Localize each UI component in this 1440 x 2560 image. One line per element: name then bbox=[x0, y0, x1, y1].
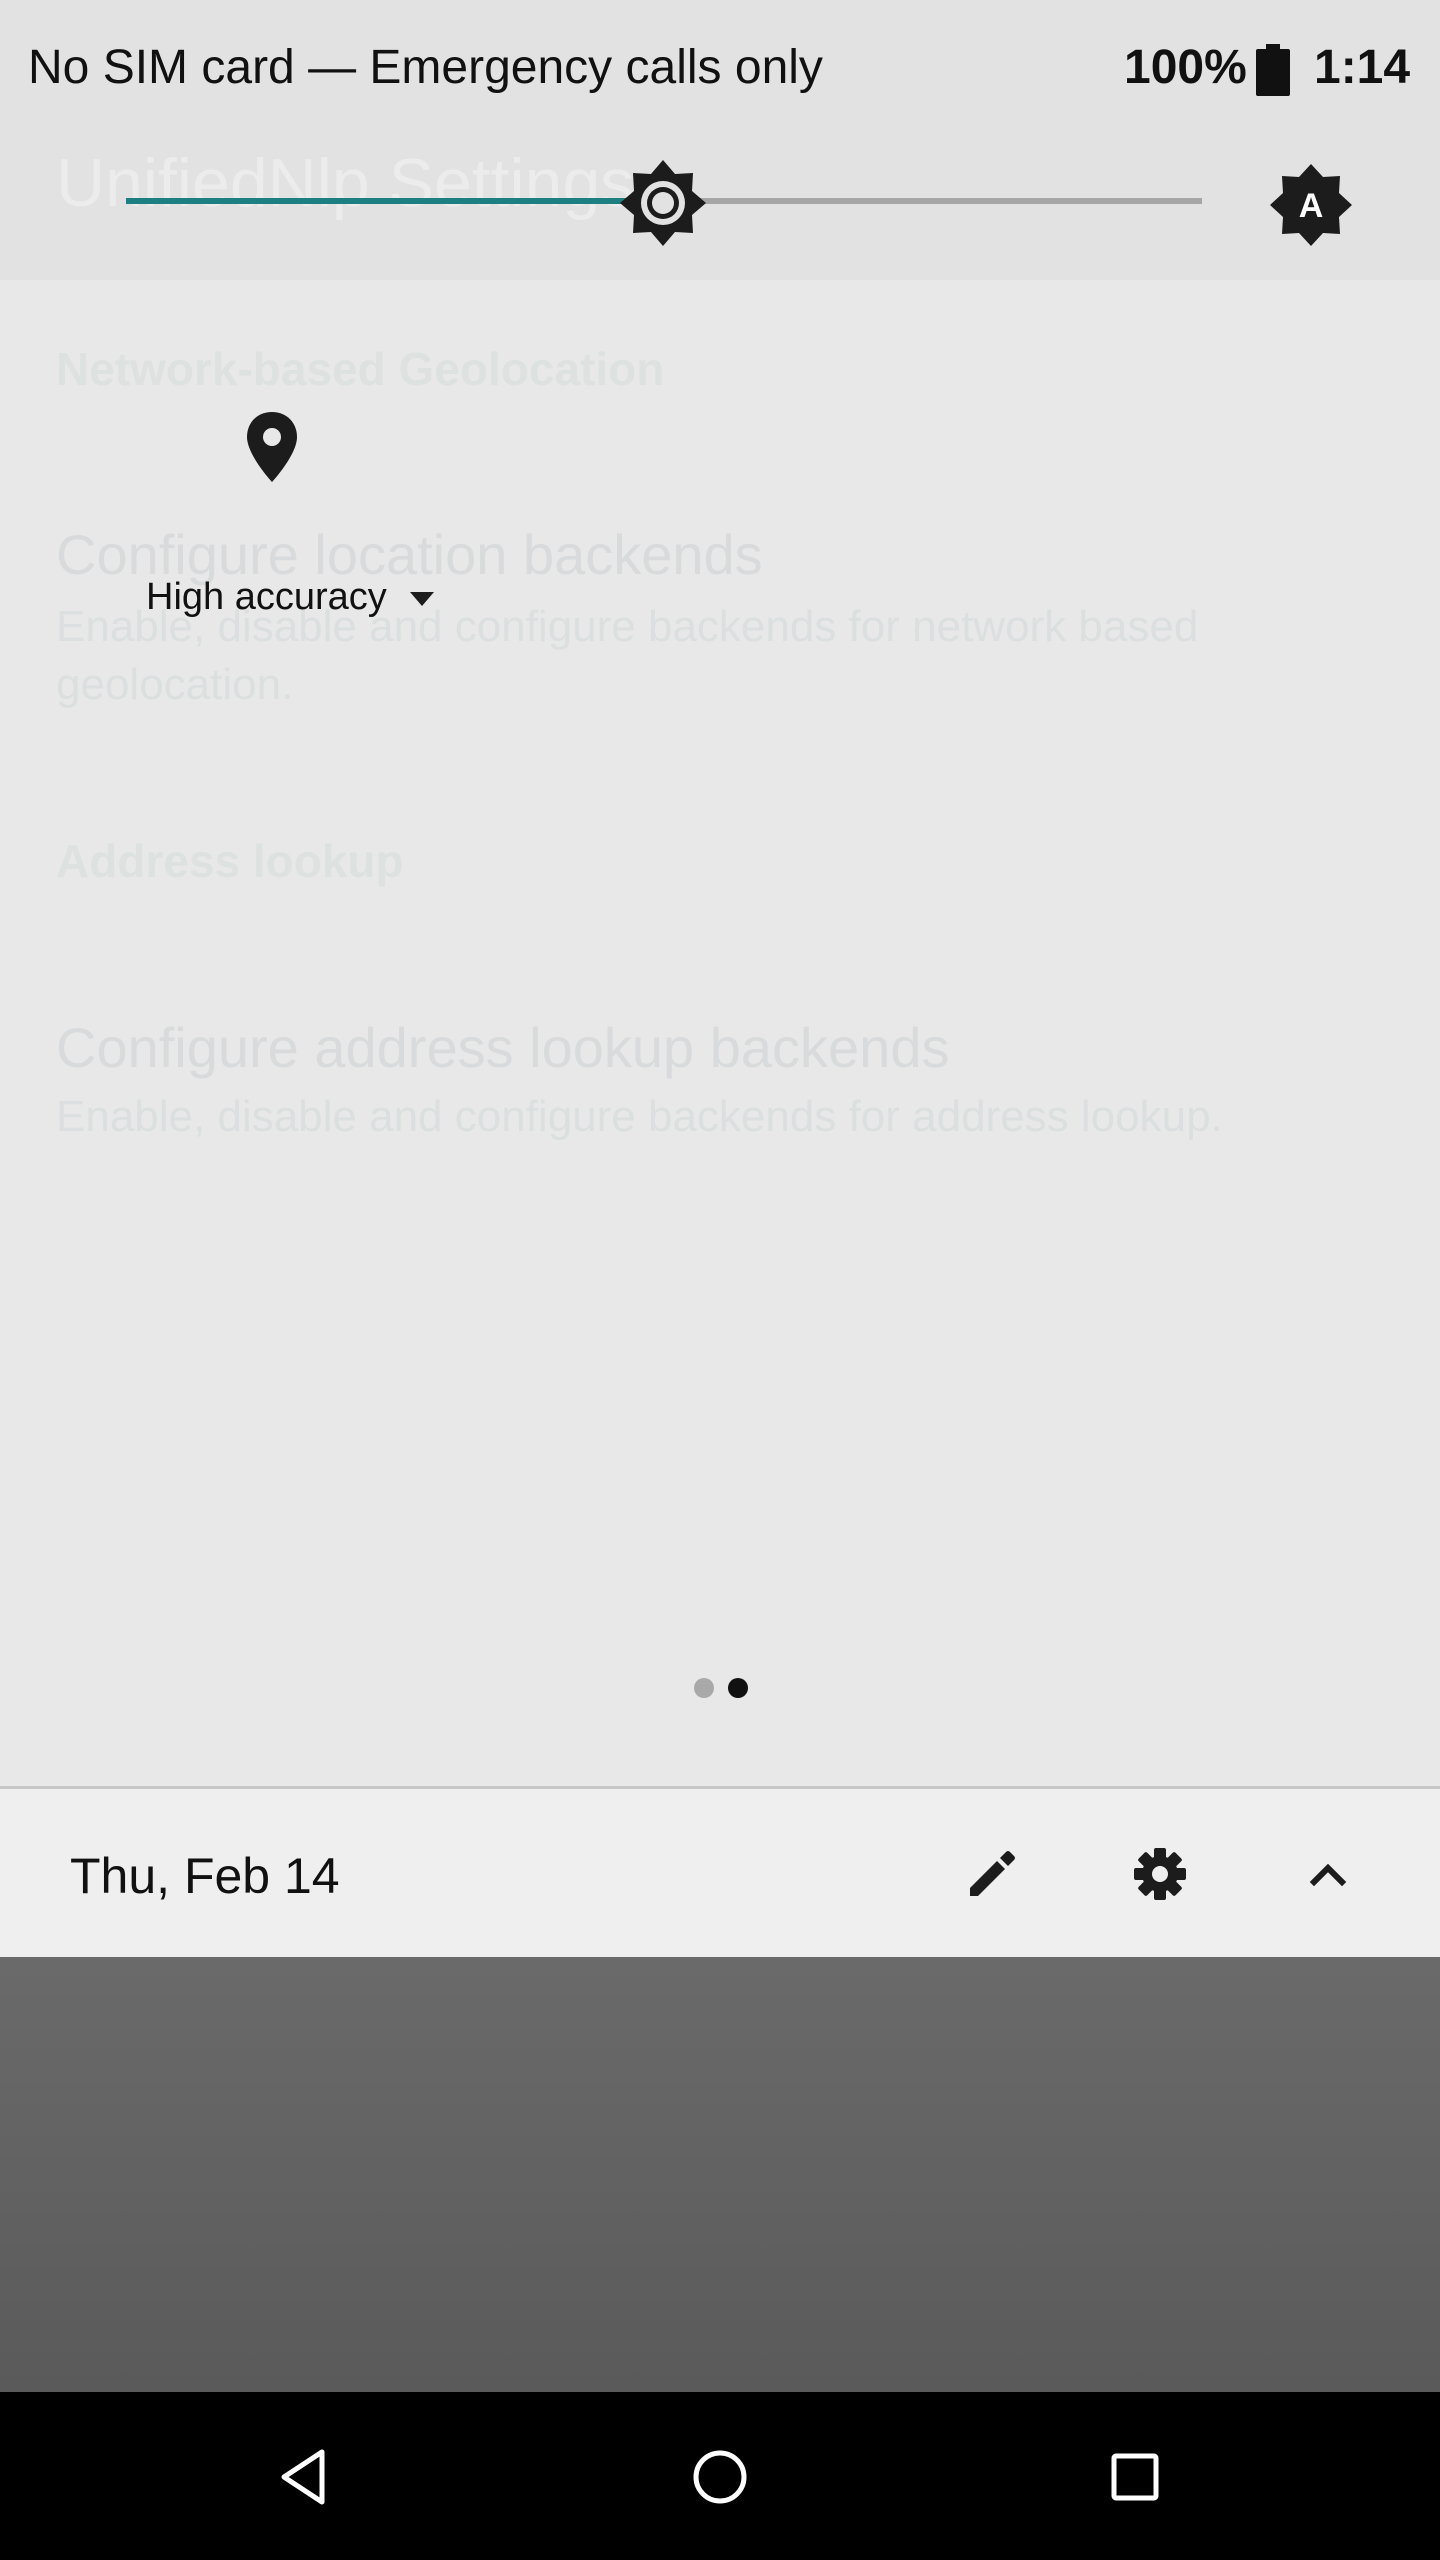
svg-text:A: A bbox=[1299, 187, 1324, 225]
location-tile[interactable]: High accuracy bbox=[120, 396, 460, 656]
brightness-slider-fill bbox=[126, 198, 664, 204]
home-circle-icon[interactable] bbox=[675, 2432, 765, 2522]
background-section-header: Network-based Geolocation bbox=[56, 343, 665, 395]
chevron-up-icon[interactable] bbox=[1286, 1832, 1370, 1916]
clock: 1:14 bbox=[1314, 41, 1411, 94]
back-triangle-icon[interactable] bbox=[260, 2432, 350, 2522]
pencil-icon[interactable] bbox=[950, 1832, 1034, 1916]
background-item-title: Configure address lookup backends bbox=[56, 1016, 950, 1079]
location-tile-label: High accuracy bbox=[146, 576, 387, 618]
shade-scrim[interactable] bbox=[0, 1957, 1440, 2392]
dropdown-arrow-icon[interactable] bbox=[410, 592, 434, 606]
gear-icon[interactable] bbox=[1118, 1832, 1202, 1916]
background-section-header: Address lookup bbox=[56, 835, 404, 887]
page-dot[interactable] bbox=[694, 1678, 714, 1698]
auto-brightness-icon[interactable]: A bbox=[1268, 162, 1354, 248]
screen: UnifiedNlp Settings Network-based Geoloc… bbox=[0, 0, 1440, 2560]
page-dot-active[interactable] bbox=[728, 1678, 748, 1698]
brightness-icon[interactable] bbox=[618, 158, 708, 248]
date-label[interactable]: Thu, Feb 14 bbox=[70, 1847, 340, 1905]
page-indicator bbox=[690, 1676, 750, 1700]
recents-square-icon[interactable] bbox=[1090, 2432, 1180, 2522]
location-pin-icon bbox=[247, 412, 297, 482]
battery-percentage: 100% bbox=[1124, 41, 1247, 94]
background-item-summary: Enable, disable and configure backends f… bbox=[56, 1092, 1223, 1141]
carrier-status: No SIM card — Emergency calls only bbox=[28, 41, 823, 94]
battery-full-icon bbox=[1256, 44, 1290, 96]
background-app-title: UnifiedNlp Settings bbox=[56, 145, 635, 221]
